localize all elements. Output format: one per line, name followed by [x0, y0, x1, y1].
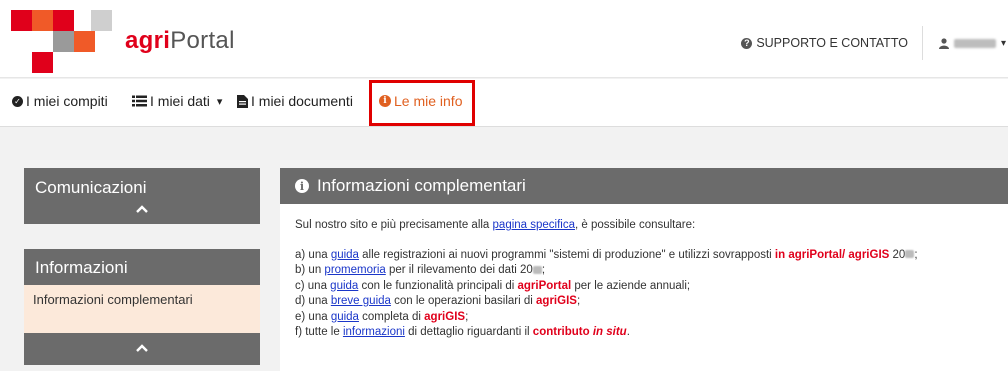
- guide-agriportal-link[interactable]: guida: [330, 280, 358, 292]
- item-text: d) una: [295, 295, 331, 307]
- app-header: agriPortal ? SUPPORTO E CONTATTO ▾: [0, 0, 1008, 78]
- memo-link[interactable]: promemoria: [324, 264, 385, 276]
- chevron-up-icon[interactable]: [24, 202, 260, 216]
- sidebar-item-label: Informazioni complementari: [33, 292, 193, 307]
- item-text: ;: [576, 295, 581, 307]
- specific-page-link[interactable]: pagina specifica: [493, 219, 575, 231]
- item-text: con le funzionalità principali di: [358, 279, 518, 292]
- item-text: per le aziende annuali;: [571, 279, 691, 292]
- brand-part-portal: Portal: [170, 27, 235, 54]
- check-circle-icon: ✓: [12, 95, 23, 107]
- full-guide-agrigis-link[interactable]: guida: [331, 311, 359, 323]
- sidebar-section-title: Informazioni: [35, 258, 128, 277]
- user-menu[interactable]: ▾: [923, 26, 1008, 60]
- intro-text: Sul nostro sito e più precisamente alla: [295, 219, 493, 231]
- guide-registrations-link[interactable]: guida: [331, 249, 359, 261]
- nav-my-tasks[interactable]: ✓ I miei compiti: [12, 93, 108, 109]
- sidebar-section-title: Comunicazioni: [35, 178, 147, 197]
- item-emphasis: contributo: [532, 326, 593, 338]
- short-guide-link[interactable]: breve guida: [331, 295, 391, 307]
- agriportal-logo[interactable]: [11, 10, 121, 76]
- item-text: di dettaglio riguardanti il: [404, 326, 533, 338]
- chevron-up-icon[interactable]: [24, 333, 260, 365]
- list-item: c) una guida con le funzionalità princip…: [295, 279, 993, 295]
- sidebar-section-communications[interactable]: Comunicazioni: [24, 168, 260, 224]
- brand-part-agri: agri: [125, 27, 171, 54]
- active-nav-highlight: [369, 80, 475, 126]
- question-circle-icon: ?: [741, 37, 753, 49]
- panel-header: i Informazioni complementari: [280, 168, 1008, 204]
- list-item: f) tutte le informazioni di dettaglio ri…: [295, 325, 993, 341]
- panel-title: Informazioni complementari: [317, 176, 526, 195]
- support-contact-label: SUPPORTO E CONTATTO: [756, 36, 908, 50]
- redacted-year: [905, 250, 915, 259]
- list-icon: [132, 95, 147, 107]
- item-text: .: [626, 326, 630, 338]
- item-text: e) una: [295, 310, 331, 323]
- user-icon: [938, 37, 949, 49]
- item-emphasis-italic: in situ: [592, 326, 627, 338]
- item-emphasis: agriPortal: [517, 279, 572, 292]
- nav-my-data[interactable]: I miei dati ▾: [132, 93, 222, 109]
- item-text: a) una: [295, 248, 331, 261]
- item-emphasis: agriGIS: [424, 310, 466, 323]
- information-link[interactable]: informazioni: [343, 326, 405, 338]
- item-text: alle registrazioni ai nuovi programmi "s…: [358, 248, 775, 261]
- item-year: 20: [889, 248, 906, 261]
- nav-my-tasks-label: I miei compiti: [26, 93, 108, 109]
- brand-wordmark[interactable]: agriPortal: [125, 27, 235, 55]
- content-panel: i Informazioni complementari Sul nostro …: [280, 168, 1008, 371]
- panel-body: Sul nostro sito e più precisamente alla …: [280, 204, 1008, 341]
- list-item: e) una guida completa di agriGIS;: [295, 310, 993, 326]
- item-text: ;: [541, 264, 546, 276]
- list-item: a) una guida alle registrazioni ai nuovi…: [295, 248, 993, 264]
- item-emphasis: agriGIS: [536, 295, 577, 307]
- list-item: d) una breve guida con le operazioni bas…: [295, 294, 993, 310]
- sidebar-item-complementary-info[interactable]: Informazioni complementari: [24, 285, 260, 333]
- redacted-year: [532, 265, 542, 274]
- item-text: b) un: [295, 264, 325, 276]
- chevron-down-icon: ▾: [216, 95, 223, 108]
- sidebar-spacer: [24, 224, 260, 249]
- user-menu-caret: ▾: [1000, 37, 1006, 49]
- list-item: b) un promemoria per il rilevamento dei …: [295, 263, 993, 279]
- main-navigation: ✓ I miei compiti I miei dati ▾ I miei do…: [0, 79, 1008, 127]
- item-text: con le operazioni basilari di: [390, 295, 537, 307]
- nav-my-data-label: I miei dati: [150, 93, 210, 109]
- nav-my-documents[interactable]: I miei documenti: [237, 93, 353, 109]
- header-actions: ? SUPPORTO E CONTATTO ▾: [741, 26, 1008, 60]
- sidebar-section-informations[interactable]: Informazioni: [24, 249, 260, 285]
- sidebar: Comunicazioni Informazioni Informazioni …: [24, 168, 260, 365]
- item-text: ;: [465, 310, 469, 323]
- intro-text-end: , è possibile consultare:: [575, 219, 696, 231]
- item-text: ;: [914, 248, 918, 261]
- item-text: per il rilevamento dei dati 20: [385, 264, 533, 276]
- user-name-redacted: [953, 38, 996, 48]
- intro-paragraph: Sul nostro sito e più precisamente alla …: [295, 218, 993, 234]
- item-text: completa di: [358, 310, 425, 323]
- item-text: f) tutte le: [295, 326, 343, 338]
- support-contact-link[interactable]: ? SUPPORTO E CONTATTO: [741, 26, 923, 60]
- document-icon: [237, 94, 248, 108]
- item-text: c) una: [295, 279, 331, 292]
- info-circle-icon: i: [295, 179, 309, 193]
- nav-my-documents-label: I miei documenti: [251, 93, 353, 109]
- item-emphasis: in agriPortal/ agriGIS: [774, 248, 890, 261]
